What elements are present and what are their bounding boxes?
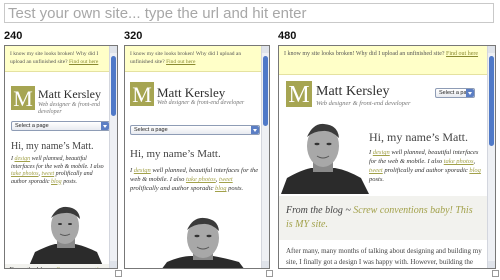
page-select[interactable]: Select a page (130, 125, 260, 135)
tweet-link[interactable]: tweet (369, 167, 383, 174)
site-tagline: Web designer & front-end developer (38, 102, 101, 115)
scroll-down-icon[interactable] (110, 261, 117, 268)
portrait-photo (29, 206, 103, 266)
resize-grip-icon[interactable] (115, 270, 122, 277)
scroll-down-icon[interactable] (488, 261, 495, 268)
design-link[interactable]: design (134, 167, 151, 174)
chevron-down-icon (251, 126, 259, 134)
scroll-down-icon[interactable] (262, 261, 269, 268)
url-input[interactable] (4, 3, 494, 23)
resize-grip-icon[interactable] (492, 270, 499, 277)
greeting: Hi, my name’s Matt. (11, 141, 94, 152)
greeting: Hi, my name’s Matt. (130, 148, 221, 160)
notice-link[interactable]: Find out here (166, 59, 195, 65)
select-label: Select a page (15, 123, 49, 129)
resize-grip-icon[interactable] (266, 270, 273, 277)
intro-text: I design well planned, beautiful interfa… (130, 167, 259, 192)
design-link[interactable]: design (373, 149, 390, 156)
design-link[interactable]: design (15, 156, 31, 162)
width-label-240: 240 (4, 30, 23, 42)
greeting: Hi, my name’s Matt. (369, 130, 468, 144)
photos-link[interactable]: take photos (444, 158, 474, 165)
width-label-320: 320 (124, 30, 143, 42)
site-preview-480: I know my site looks broken! Why did I u… (279, 46, 488, 268)
scroll-thumb[interactable] (111, 56, 116, 116)
logo-badge: M (286, 81, 312, 108)
blog-band: From the blog ~ Screw conventions baby! … (279, 196, 488, 240)
scrollbar[interactable] (261, 46, 269, 268)
preview-frame-480[interactable]: I know my site looks broken! Why did I u… (278, 45, 496, 269)
notice-text: I know my site looks broken! Why did I u… (284, 51, 445, 57)
blog-link[interactable]: blog (51, 179, 62, 185)
tweet-link[interactable]: tweet (42, 171, 55, 177)
blog-link[interactable]: blog (215, 185, 227, 192)
tweet-link[interactable]: tweet (219, 176, 233, 183)
site-preview-240: I know my site looks broken! Why did I u… (5, 46, 110, 268)
portrait-photo (281, 123, 369, 194)
chevron-down-icon (466, 89, 474, 97)
preview-frame-240[interactable]: I know my site looks broken! Why did I u… (4, 45, 118, 269)
chevron-down-icon (101, 122, 109, 130)
portrait-photo (162, 217, 244, 268)
intro-text: I design well planned, beautiful interfa… (11, 156, 104, 185)
page-select[interactable]: Select a page (11, 121, 110, 131)
blog-post-link[interactable]: Screw conventions baby! This is MY site. (56, 266, 110, 268)
intro-text: I design well planned, beautiful interfa… (369, 149, 481, 183)
width-label-480: 480 (278, 30, 297, 42)
page-select[interactable]: Select a page (435, 88, 475, 98)
site-tagline: Web designer & front-end developer (157, 100, 245, 106)
preview-frame-320[interactable]: I know my site looks broken! Why did I u… (124, 45, 270, 269)
blog-link[interactable]: blog (469, 167, 481, 174)
logo-badge: M (11, 86, 35, 111)
select-label: Select a page (134, 127, 168, 133)
blog-prefix: From the blog ~ (286, 205, 351, 216)
scrollbar[interactable] (109, 46, 117, 268)
scroll-up-icon[interactable] (262, 46, 269, 53)
broken-notice: I know my site looks broken! Why did I u… (125, 46, 262, 72)
notice-link[interactable]: Find out here (446, 51, 478, 57)
notice-link[interactable]: Find out here (69, 59, 98, 65)
site-name: Matt Kersley (316, 84, 390, 99)
scroll-up-icon[interactable] (488, 46, 495, 53)
site-name: Matt Kersley (157, 85, 226, 100)
scroll-up-icon[interactable] (110, 46, 117, 53)
scrollbar[interactable] (487, 46, 495, 268)
scroll-thumb[interactable] (263, 56, 268, 126)
site-tagline: Web designer & front-end developer (316, 100, 411, 107)
blog-band: From the blog ~ Screw conventions baby! … (5, 264, 110, 268)
logo-badge: M (130, 82, 154, 107)
blog-excerpt: After many, many months of talking about… (286, 247, 482, 266)
photos-link[interactable]: take photos (186, 176, 216, 183)
broken-notice: I know my site looks broken! Why did I u… (279, 46, 488, 75)
photos-link[interactable]: take photos (11, 171, 39, 177)
scroll-thumb[interactable] (489, 56, 494, 146)
site-name: Matt Kersley (38, 87, 101, 101)
site-preview-320: I know my site looks broken! Why did I u… (125, 46, 262, 268)
broken-notice: I know my site looks broken! Why did I u… (5, 46, 110, 72)
